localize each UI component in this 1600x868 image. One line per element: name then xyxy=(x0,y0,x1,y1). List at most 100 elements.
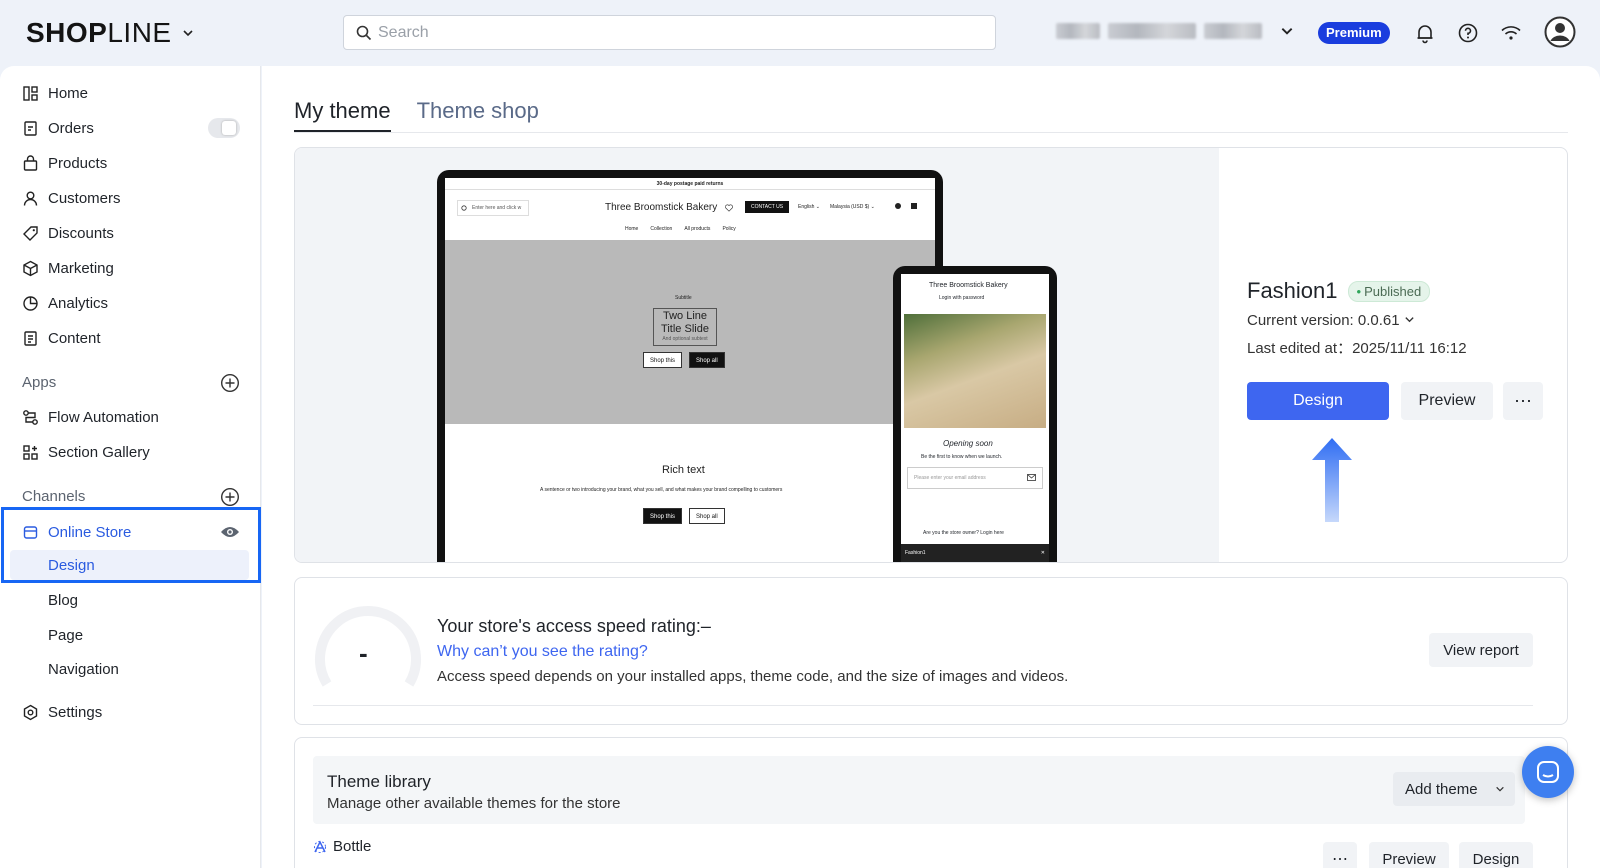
sidebar-item-discounts[interactable]: Discounts xyxy=(22,216,114,250)
sidebar-item-label: Section Gallery xyxy=(48,443,150,461)
mini-search-icon xyxy=(461,205,467,211)
phone-footer-bar: Fashion1 ✕ xyxy=(901,544,1049,562)
phone-opening-soon: Opening soon xyxy=(943,439,993,448)
help-icon[interactable] xyxy=(1457,22,1479,44)
mini-nav-item: Home xyxy=(625,226,639,232)
mini-shop-all-button: Shop all xyxy=(689,352,725,368)
theme-library-subtitle: Manage other available themes for the st… xyxy=(327,795,621,812)
chevron-down-icon[interactable] xyxy=(1280,24,1294,38)
mini-heart-icon xyxy=(725,204,733,212)
mini-shop-this-button: Shop this xyxy=(643,352,683,368)
sidebar-item-label: Orders xyxy=(48,119,94,137)
chevron-down-icon[interactable] xyxy=(1404,314,1415,325)
sidebar-subitem-blog[interactable]: Blog xyxy=(48,592,78,609)
speed-gauge xyxy=(315,606,421,687)
mini-hero-subtitle: Subtitle xyxy=(675,295,692,301)
sidebar-item-label: Marketing xyxy=(48,259,114,277)
theme-tabs: My theme Theme shop xyxy=(294,98,539,132)
logo-text-light: LINE xyxy=(107,17,172,48)
laptop-mockup: 30-day postage paid returns Enter here a… xyxy=(437,170,943,562)
theme-library-card: Theme library Manage other available the… xyxy=(294,737,1568,868)
preview-button[interactable]: Preview xyxy=(1401,382,1493,420)
sidebar-item-label: Settings xyxy=(48,703,103,721)
phone-mockup: Three Broomstick Bakery Login with passw… xyxy=(893,266,1057,562)
tab-theme-shop[interactable]: Theme shop xyxy=(417,98,539,132)
search-input[interactable] xyxy=(378,23,958,42)
phone-email-input: Please enter your email address xyxy=(907,467,1043,489)
account-switcher[interactable] xyxy=(1056,23,1294,39)
sidebar-item-section-gallery[interactable]: Section Gallery xyxy=(22,435,150,469)
mini-rich-text-desc: A sentence or two introducing your brand… xyxy=(540,487,783,493)
orders-icon xyxy=(24,120,37,136)
mini-bag-icon xyxy=(911,203,917,209)
search-icon xyxy=(356,25,372,40)
mini-nav-item: Collection xyxy=(650,226,673,232)
mini-currency: Malaysia (USD $) ⌄ xyxy=(830,204,875,210)
user-avatar-icon[interactable] xyxy=(1544,16,1576,48)
sidebar-item-label: Analytics xyxy=(48,294,109,312)
last-edited: Last edited at：2025/11/11 16:12 xyxy=(1247,340,1467,357)
sidebar-item-settings[interactable]: Settings xyxy=(22,695,102,729)
home-icon xyxy=(23,85,38,101)
sidebar-item-analytics[interactable]: Analytics xyxy=(22,286,108,320)
chevron-down-icon[interactable] xyxy=(182,27,194,39)
library-more-button[interactable]: ⋯ xyxy=(1323,842,1357,868)
premium-badge[interactable]: Premium xyxy=(1318,22,1390,44)
tab-my-theme[interactable]: My theme xyxy=(294,98,391,132)
more-options-button[interactable]: ⋯ xyxy=(1503,382,1543,420)
mini-hero-title: Two Line Title Slide And optional subtex… xyxy=(653,308,717,346)
sidebar-item-label: Discounts xyxy=(48,224,114,242)
library-theme-row: Bottle xyxy=(313,838,371,855)
search-box[interactable] xyxy=(343,15,996,50)
mini-hero-banner: Subtitle Two Line Title Slide And option… xyxy=(445,240,935,424)
chat-support-button[interactable] xyxy=(1522,746,1574,798)
sidebar-item-products[interactable]: Products xyxy=(22,146,107,180)
current-version-text: Current version: 0.0.61 xyxy=(1247,312,1400,329)
section-gallery-icon xyxy=(23,444,38,460)
discounts-icon xyxy=(23,225,38,241)
add-theme-label: Add theme xyxy=(1405,780,1478,798)
phone-footer-text: Fashion1 xyxy=(905,550,926,556)
arrow-up-icon xyxy=(1312,438,1352,522)
sidebar-subitem-page[interactable]: Page xyxy=(48,627,83,644)
sidebar-item-content[interactable]: Content xyxy=(22,321,101,355)
sidebar-item-home[interactable]: Home xyxy=(22,76,88,110)
library-theme-name: Bottle xyxy=(333,838,372,855)
current-version[interactable]: Current version: 0.0.61 xyxy=(1247,312,1467,329)
view-report-button[interactable]: View report xyxy=(1429,633,1533,667)
products-icon xyxy=(23,154,38,171)
mini-rich-text-title: Rich text xyxy=(662,464,705,476)
sidebar-item-orders[interactable]: Orders xyxy=(22,111,94,145)
bell-icon[interactable] xyxy=(1414,22,1436,44)
mini-hero-caption: And optional subtext xyxy=(662,336,708,342)
phone-login-link: Login with password xyxy=(939,295,985,301)
sidebar-item-flow-automation[interactable]: Flow Automation xyxy=(22,400,159,434)
phone-launch-text: Be the first to know when we launch. xyxy=(921,454,1003,460)
sidebar-item-label: Customers xyxy=(48,189,121,207)
phone-jewelry-image xyxy=(904,314,1046,428)
theme-preview[interactable]: 30-day postage paid returns Enter here a… xyxy=(295,148,1219,562)
speed-rating-card: - Your store's access speed rating:– Why… xyxy=(294,577,1568,725)
shopline-logo[interactable]: SHOP LINE xyxy=(26,17,194,49)
library-preview-button[interactable]: Preview xyxy=(1369,842,1449,868)
main-panel: My theme Theme shop 30-day postage paid … xyxy=(262,66,1600,868)
chat-icon xyxy=(1537,761,1559,783)
phone-owner-login: Are you the store owner? Login here xyxy=(923,530,1004,536)
flow-automation-icon xyxy=(23,409,38,425)
current-theme-card: 30-day postage paid returns Enter here a… xyxy=(294,147,1568,563)
sidebar-subitem-navigation[interactable]: Navigation xyxy=(48,661,119,678)
wifi-icon[interactable] xyxy=(1500,22,1522,44)
theme-library-header: Theme library Manage other available the… xyxy=(313,756,1525,824)
sidebar-item-marketing[interactable]: Marketing xyxy=(22,251,114,285)
design-button[interactable]: Design xyxy=(1247,382,1389,420)
chevron-down-icon xyxy=(1496,786,1504,792)
add-channel-plus-icon[interactable] xyxy=(220,487,240,507)
mini-store-name: Three Broomstick Bakery xyxy=(605,202,718,213)
why-no-rating-link[interactable]: Why can’t you see the rating? xyxy=(437,643,648,661)
settings-icon xyxy=(23,704,38,720)
add-theme-button[interactable]: Add theme xyxy=(1393,772,1515,806)
add-app-plus-icon[interactable] xyxy=(220,373,240,393)
mini-hero-title-line: Two Line xyxy=(662,310,708,322)
sidebar-item-customers[interactable]: Customers xyxy=(22,181,121,215)
library-design-button[interactable]: Design xyxy=(1459,842,1533,868)
